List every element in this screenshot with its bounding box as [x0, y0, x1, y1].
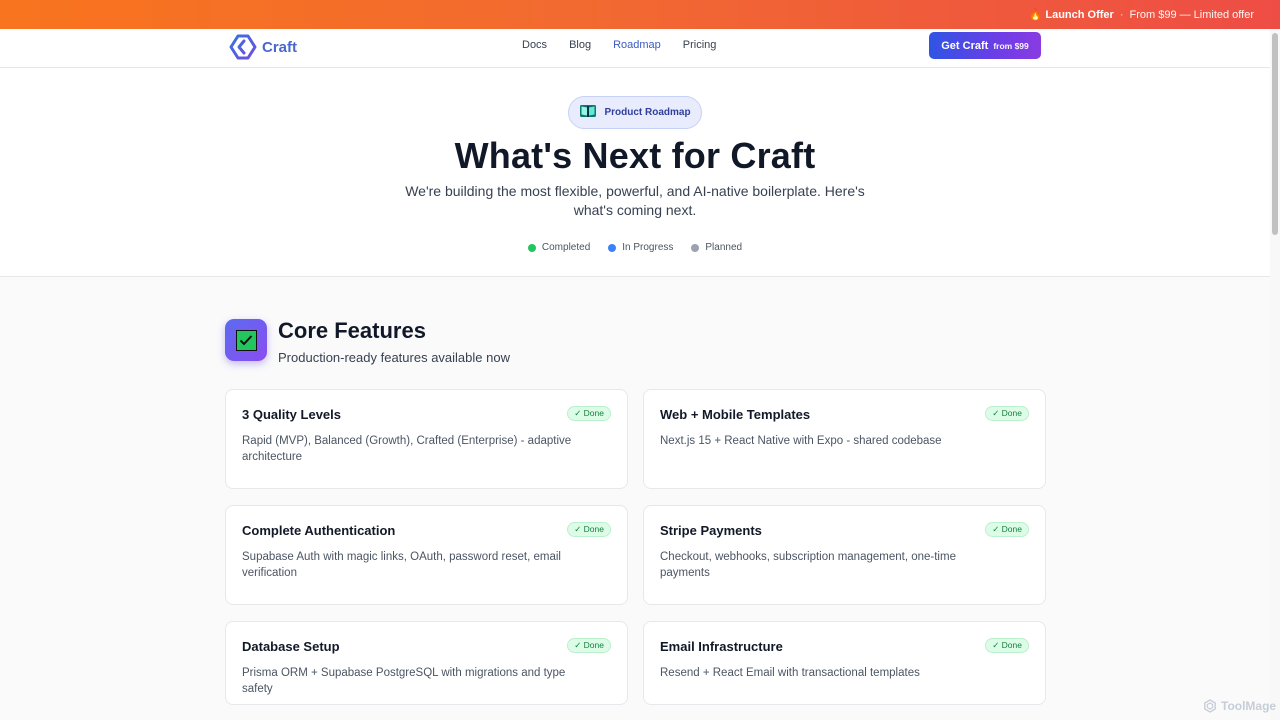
- card-description: Resend + React Email with transactional …: [660, 667, 920, 679]
- card-title: 3 Quality Levels: [242, 407, 341, 422]
- check-box-icon: [235, 329, 257, 351]
- status-badge: ✓ Done: [567, 406, 611, 421]
- card-title: Complete Authentication: [242, 523, 396, 538]
- legend-in-progress: In Progress: [608, 242, 673, 253]
- page-scrollbar[interactable]: [1270, 29, 1280, 720]
- cta-price: from $99: [993, 40, 1029, 51]
- status-badge: ✓ Done: [567, 638, 611, 653]
- feature-card[interactable]: Complete Authentication ✓ Done Supabase …: [225, 505, 628, 605]
- fire-icon: 🔥: [1028, 9, 1043, 21]
- pill-label: Product Roadmap: [604, 107, 691, 118]
- planned-dot-icon: [691, 243, 700, 252]
- feature-card[interactable]: 3 Quality Levels ✓ Done Rapid (MVP), Bal…: [225, 389, 628, 489]
- card-title: Email Infrastructure: [660, 639, 783, 654]
- card-description: Rapid (MVP), Balanced (Growth), Crafted …: [242, 435, 572, 463]
- roadmap-pill: Product Roadmap: [568, 96, 702, 129]
- watermark: ToolMage: [1203, 699, 1276, 713]
- card-description: Next.js 15 + React Native with Expo - sh…: [660, 435, 942, 447]
- legend-label: Completed: [541, 242, 591, 253]
- section-subtitle: Production-ready features available now: [278, 350, 510, 365]
- status-badge: ✓ Done: [985, 406, 1029, 421]
- legend-planned: Planned: [691, 242, 742, 253]
- section-title: Core Features: [278, 318, 426, 343]
- legend-completed: Completed: [527, 242, 591, 253]
- nav-link-blog[interactable]: Blog: [569, 39, 591, 51]
- get-craft-button[interactable]: Get Craft from $99: [929, 32, 1041, 59]
- watermark-logo-icon: [1204, 699, 1216, 713]
- scrollbar-thumb[interactable]: [1272, 33, 1278, 235]
- card-description: Prisma ORM + Supabase PostgreSQL with mi…: [242, 667, 566, 695]
- section-icon: [225, 319, 267, 361]
- card-title: Stripe Payments: [660, 523, 762, 538]
- brand-name: Craft: [262, 38, 298, 56]
- card-description: Supabase Auth with magic links, OAuth, p…: [242, 551, 561, 579]
- promo-detail: From $99 — Limited offer: [1129, 8, 1254, 21]
- nav-link-roadmap[interactable]: Roadmap: [613, 39, 661, 51]
- status-badge: ✓ Done: [985, 638, 1029, 653]
- status-badge: ✓ Done: [985, 522, 1029, 537]
- card-description: Checkout, webhooks, subscription managem…: [660, 551, 956, 579]
- nav-link-docs[interactable]: Docs: [522, 39, 547, 51]
- book-icon: [579, 103, 597, 122]
- nav-links: Docs Blog Roadmap Pricing: [522, 39, 738, 51]
- feature-card[interactable]: Stripe Payments ✓ Done Checkout, webhook…: [643, 505, 1046, 605]
- status-legend: Completed In Progress Planned: [0, 242, 1270, 253]
- hero-section: Product Roadmap What's Next for Craft We…: [0, 68, 1270, 277]
- watermark-text: ToolMage: [1221, 699, 1277, 713]
- core-features-section: Core Features Production-ready features …: [0, 277, 1270, 720]
- promo-separator: ·: [1119, 8, 1124, 21]
- page-title: What's Next for Craft: [454, 135, 816, 176]
- feature-card[interactable]: Web + Mobile Templates ✓ Done Next.js 15…: [643, 389, 1046, 489]
- feature-card[interactable]: Database Setup ✓ Done Prisma ORM + Supab…: [225, 621, 628, 705]
- feature-card[interactable]: Email Infrastructure ✓ Done Resend + Rea…: [643, 621, 1046, 705]
- card-title: Database Setup: [242, 639, 340, 654]
- in-progress-dot-icon: [608, 243, 617, 252]
- completed-dot-icon: [527, 243, 536, 252]
- legend-label: Planned: [705, 242, 743, 253]
- top-navbar: Craft Docs Blog Roadmap Pricing Get Craf…: [0, 29, 1270, 68]
- cta-label: Get Craft: [941, 39, 989, 52]
- brand-logo[interactable]: Craft: [229, 33, 297, 61]
- nav-link-pricing[interactable]: Pricing: [683, 39, 717, 51]
- page-subtitle: We're building the most flexible, powerf…: [405, 183, 865, 218]
- status-badge: ✓ Done: [567, 522, 611, 537]
- promo-title: Launch Offer: [1045, 8, 1114, 21]
- promo-banner[interactable]: 🔥 Launch Offer · From $99 — Limited offe…: [0, 0, 1280, 29]
- legend-label: In Progress: [622, 242, 674, 253]
- card-title: Web + Mobile Templates: [660, 407, 811, 422]
- craft-logo-icon: [229, 34, 257, 60]
